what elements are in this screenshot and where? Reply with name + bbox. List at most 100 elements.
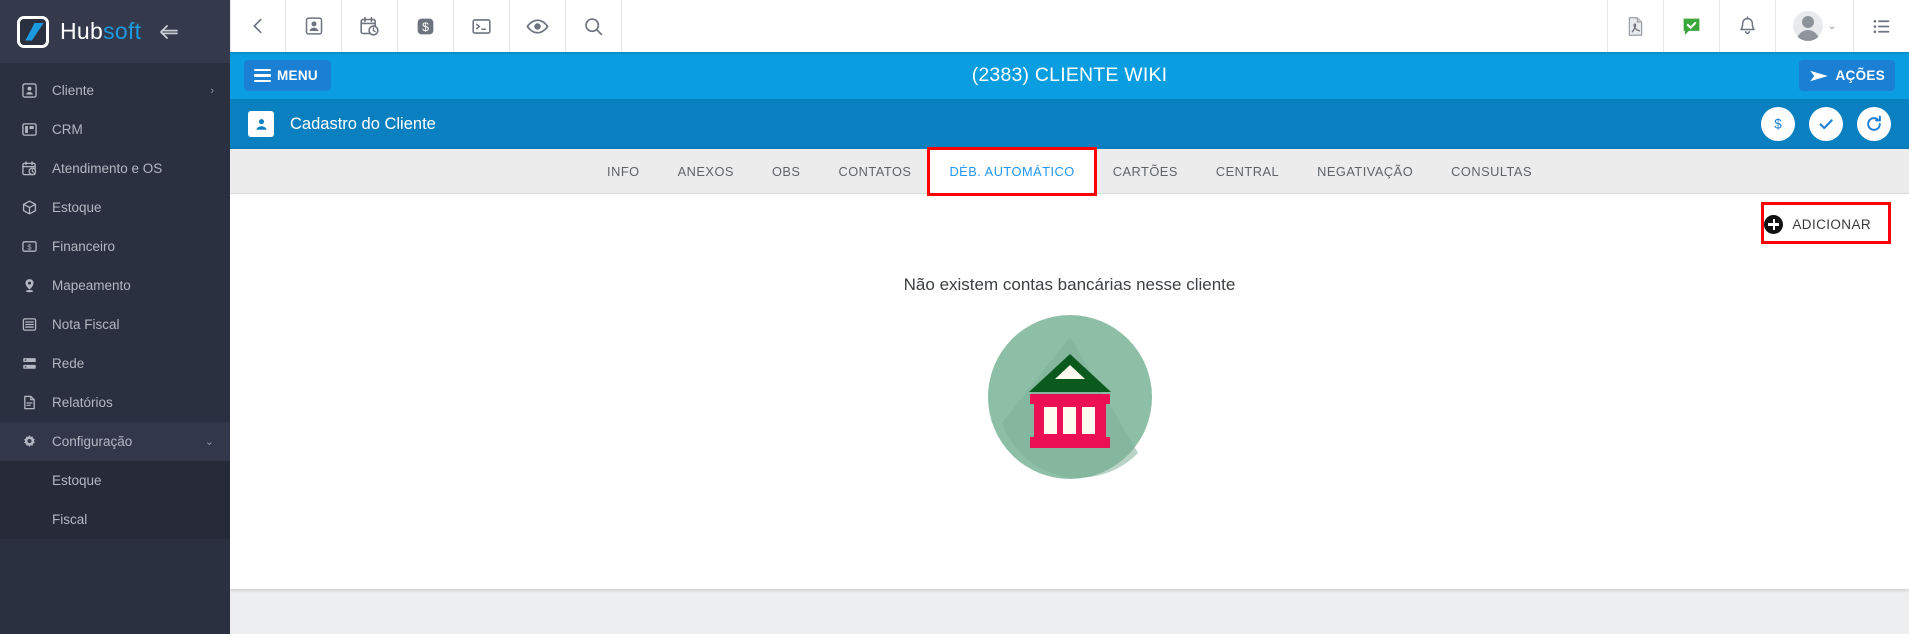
chevron-down-icon: ⌄ — [204, 436, 214, 448]
content-card: INFO ANEXOS OBS CONTATOS DÉB. AUTOMÁTICO… — [230, 147, 1909, 589]
actions-button[interactable]: AÇÕES — [1799, 60, 1895, 91]
sidebar-subitem-estoque[interactable]: Estoque — [0, 461, 230, 500]
person-badge-icon — [18, 83, 40, 98]
sidebar-item-relatorios[interactable]: Relatórios — [0, 383, 230, 422]
menu-button-label: MENU — [277, 68, 318, 83]
add-button-row: ADICIONAR — [230, 202, 1909, 244]
tab-anexos[interactable]: ANEXOS — [659, 149, 753, 193]
tab-label: INFO — [607, 163, 640, 179]
tab-consultas[interactable]: CONSULTAS — [1432, 149, 1551, 193]
bell-icon[interactable] — [1719, 0, 1775, 52]
tab-label: CONSULTAS — [1451, 163, 1532, 179]
sidebar-item-atendimento-e-os[interactable]: Atendimento e OS — [0, 149, 230, 188]
search-icon[interactable] — [566, 0, 622, 52]
sidebar-item-estoque[interactable]: Estoque — [0, 188, 230, 227]
terminal-icon[interactable] — [454, 0, 510, 52]
subheader-actions: $ — [1761, 107, 1891, 141]
gear-icon — [18, 434, 40, 449]
sidebar-item-nota-fiscal[interactable]: Nota Fiscal — [0, 305, 230, 344]
sidebar: Hubsoft Cliente › CRM Atendimento e OS E… — [0, 0, 230, 634]
box-icon — [18, 200, 40, 215]
person-badge-icon — [248, 111, 274, 137]
sidebar-item-label: Estoque — [52, 200, 102, 215]
annotation-box-add — [1761, 202, 1891, 244]
calendar-clock-icon — [18, 161, 40, 176]
page-title: (2383) CLIENTE WIKI — [971, 64, 1168, 86]
collapse-arrow-icon[interactable] — [160, 24, 179, 39]
sidebar-item-mapeamento[interactable]: Mapeamento — [0, 266, 230, 305]
calendar-clock-icon[interactable] — [342, 0, 398, 52]
tab-label: CARTÕES — [1112, 163, 1178, 179]
tab-label: CONTATOS — [838, 163, 912, 179]
tab-label: ANEXOS — [677, 163, 734, 179]
main-area: $ ⌄ MENU (2383) CLIENTE WIKI AÇÕES Cadas… — [230, 0, 1909, 634]
document-lines-icon — [18, 317, 40, 332]
brand-name: Hubsoft — [60, 18, 141, 45]
sidebar-item-label: Fiscal — [52, 512, 88, 527]
refresh-button[interactable] — [1857, 107, 1891, 141]
sidebar-item-label: Mapeamento — [52, 278, 131, 293]
approve-button[interactable] — [1809, 107, 1843, 141]
pdf-file-icon[interactable] — [1607, 0, 1663, 52]
tab-label: NEGATIVAÇÃO — [1317, 163, 1414, 179]
chevron-down-icon: ⌄ — [1827, 20, 1837, 32]
tab-label: OBS — [771, 163, 801, 179]
sidebar-item-label: Nota Fiscal — [52, 317, 120, 332]
dollar-badge-icon[interactable]: $ — [398, 0, 454, 52]
sidebar-nav: Cliente › CRM Atendimento e OS Estoque $… — [0, 63, 230, 634]
tab-negativacao[interactable]: NEGATIVAÇÃO — [1298, 149, 1432, 193]
map-pin-icon — [18, 278, 40, 293]
brand-name-part1: Hub — [60, 18, 104, 44]
kanban-icon — [18, 122, 40, 137]
server-icon — [18, 356, 40, 371]
sidebar-item-label: CRM — [52, 122, 83, 137]
sidebar-item-label: Atendimento e OS — [52, 161, 163, 176]
empty-state-message: Não existem contas bancárias nesse clien… — [903, 275, 1236, 294]
hubsoft-logo-icon — [17, 15, 49, 48]
sidebar-item-label: Financeiro — [52, 239, 116, 254]
sidebar-item-crm[interactable]: CRM — [0, 110, 230, 149]
sidebar-item-label: Estoque — [52, 473, 102, 488]
tab-central[interactable]: CENTRAL — [1197, 149, 1298, 193]
sidebar-item-label: Rede — [52, 356, 85, 371]
chevron-right-icon: › — [210, 84, 214, 97]
svg-text:$: $ — [422, 19, 429, 33]
app-root: Hubsoft Cliente › CRM Atendimento e OS E… — [0, 0, 1909, 634]
hamburger-icon — [254, 68, 271, 83]
tab-contatos[interactable]: CONTATOS — [819, 149, 930, 193]
list-menu-icon[interactable] — [1853, 0, 1909, 52]
contact-card-icon[interactable] — [286, 0, 342, 52]
brand-header[interactable]: Hubsoft — [0, 0, 230, 63]
tab-deb-automatico[interactable]: DÉB. AUTOMÁTICO — [927, 147, 1097, 196]
bank-illustration — [986, 313, 1154, 486]
sidebar-item-financeiro[interactable]: $ Financeiro — [0, 227, 230, 266]
user-avatar-menu[interactable]: ⌄ — [1775, 0, 1853, 52]
report-file-icon — [18, 395, 40, 410]
actions-button-label: AÇÕES — [1835, 68, 1885, 83]
tab-obs[interactable]: OBS — [753, 149, 820, 193]
green-check-chat-icon[interactable] — [1663, 0, 1719, 52]
empty-state: Não existem contas bancárias nesse clien… — [230, 275, 1909, 486]
subheader-title: Cadastro do Cliente — [290, 114, 436, 133]
toolbar-right-group: ⌄ — [1607, 0, 1909, 52]
tab-label: DÉB. AUTOMÁTICO — [949, 163, 1075, 179]
sidebar-item-cliente[interactable]: Cliente › — [0, 71, 230, 110]
tab-info[interactable]: INFO — [588, 149, 659, 193]
sidebar-item-label: Cliente — [52, 83, 95, 98]
menu-button[interactable]: MENU — [244, 60, 331, 91]
tab-bar: INFO ANEXOS OBS CONTATOS DÉB. AUTOMÁTICO… — [230, 147, 1909, 196]
sidebar-item-label: Relatórios — [52, 395, 113, 410]
page-titlebar: MENU (2383) CLIENTE WIKI AÇÕES — [230, 52, 1909, 99]
tab-label: CENTRAL — [1215, 163, 1280, 179]
finance-button[interactable]: $ — [1761, 107, 1795, 141]
sidebar-item-rede[interactable]: Rede — [0, 344, 230, 383]
eye-icon[interactable] — [510, 0, 566, 52]
sidebar-subitem-fiscal[interactable]: Fiscal — [0, 500, 230, 539]
back-arrow-icon[interactable] — [230, 0, 286, 52]
tab-cartoes[interactable]: CARTÕES — [1094, 149, 1197, 193]
send-plane-icon — [1810, 70, 1829, 81]
top-toolbar: $ ⌄ — [230, 0, 1909, 52]
money-bill-icon: $ — [18, 239, 40, 254]
sidebar-item-configuracao[interactable]: Configuração ⌄ — [0, 422, 230, 461]
